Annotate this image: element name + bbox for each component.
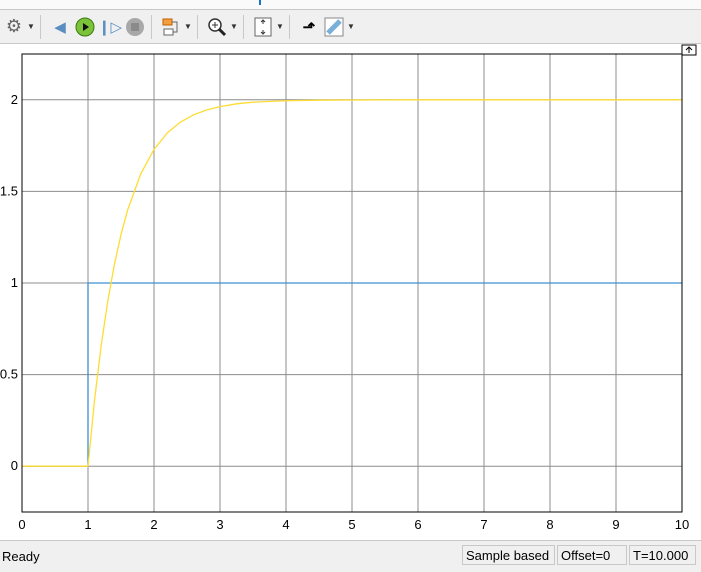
signal-selector-dropdown[interactable]: ▼ [184, 22, 192, 31]
x-tick-label: 9 [612, 517, 619, 532]
separator [197, 14, 198, 39]
toolbar: ⚙ ▼ ◀ ❙▷ ▼ ▼ ▼ ⬏ ▼ [0, 9, 701, 44]
x-tick-label: 8 [546, 517, 553, 532]
highlight-block-icon[interactable]: ⬏ [298, 16, 320, 38]
scope-axes[interactable]: 0 1 2 3 4 5 6 7 8 9 10 0 0.5 1 1.5 2 [0, 44, 701, 540]
zoom-dropdown[interactable]: ▼ [230, 22, 238, 31]
x-tick-label: 4 [282, 517, 289, 532]
status-time: T=10.000 [629, 545, 696, 565]
status-sample-mode: Sample based [462, 545, 555, 565]
measurements-ruler-icon[interactable] [323, 16, 345, 38]
top-strip [0, 0, 701, 9]
undock-button-icon[interactable] [681, 44, 697, 56]
y-tick-label: 0.5 [0, 367, 18, 382]
status-bar: Ready Sample based Offset=0 T=10.000 [0, 540, 701, 572]
y-tick-label: 0 [11, 458, 18, 473]
scale-axes-icon[interactable] [252, 16, 274, 38]
separator [151, 14, 152, 39]
zoom-in-icon[interactable] [206, 16, 228, 38]
status-offset: Offset=0 [557, 545, 627, 565]
stop-icon[interactable] [124, 16, 146, 38]
measurements-dropdown[interactable]: ▼ [347, 22, 355, 31]
status-ready: Ready [2, 549, 40, 564]
y-tick-label: 2 [11, 92, 18, 107]
separator [40, 14, 41, 39]
y-tick-label: 1 [11, 275, 18, 290]
tab-indicator [259, 0, 261, 5]
x-tick-label: 3 [216, 517, 223, 532]
separator [289, 14, 290, 39]
x-tick-label: 5 [348, 517, 355, 532]
settings-gear-icon[interactable]: ⚙ [3, 16, 25, 38]
y-tick-label: 1.5 [0, 183, 18, 198]
step-back-icon[interactable]: ◀ [49, 16, 71, 38]
scope-plot-area: 0 1 2 3 4 5 6 7 8 9 10 0 0.5 1 1.5 2 [0, 44, 701, 540]
x-tick-label: 2 [150, 517, 157, 532]
settings-dropdown[interactable]: ▼ [27, 22, 35, 31]
separator [243, 14, 244, 39]
x-tick-label: 1 [84, 517, 91, 532]
x-tick-label: 0 [18, 517, 25, 532]
x-tick-label: 7 [480, 517, 487, 532]
x-tick-label: 10 [675, 517, 689, 532]
step-forward-icon[interactable]: ❙▷ [98, 16, 122, 38]
signal-selector-icon[interactable] [160, 16, 182, 38]
run-icon[interactable] [74, 16, 96, 38]
scale-axes-dropdown[interactable]: ▼ [276, 22, 284, 31]
x-tick-label: 6 [414, 517, 421, 532]
